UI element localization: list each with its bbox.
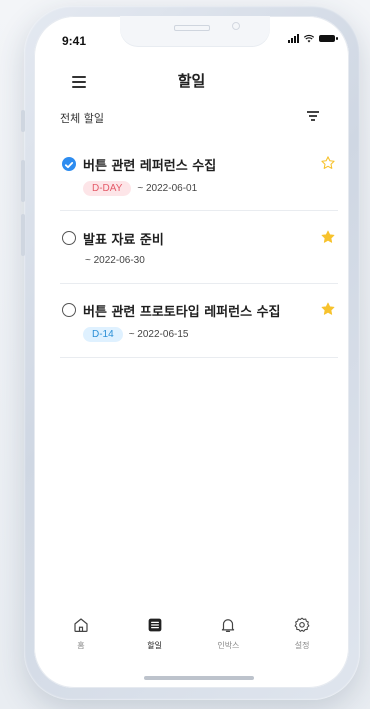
divider [60, 357, 338, 358]
task-title: 버튼 관련 프로토타입 레퍼런스 수집 [83, 305, 281, 320]
list-icon [148, 618, 161, 632]
task-item[interactable]: 버튼 관련 레퍼런스 수집 D-DAY ~ 2022-06-01 [60, 155, 338, 205]
battery-icon [319, 35, 338, 42]
checked-circle-icon[interactable] [62, 157, 76, 171]
unchecked-circle-icon[interactable] [62, 303, 76, 317]
tab-settings[interactable]: 설정 [276, 616, 328, 656]
home-icon [74, 618, 88, 632]
dday-badge: D-DAY [83, 181, 132, 196]
task-meta: D-14 ~ 2022-06-15 [83, 327, 188, 342]
gear-icon [294, 617, 310, 632]
section-label: 전체 할일 [60, 112, 104, 125]
tab-todo[interactable]: 할일 [129, 616, 181, 656]
task-meta: D-DAY ~ 2022-06-01 [83, 181, 197, 196]
phone-screen: 9:41 할일 전체 할일 버튼 관련 레퍼런스 수집 D-DAY ~ 2022… [34, 16, 349, 688]
page-title: 할일 [177, 72, 206, 90]
star-outline-icon[interactable] [320, 155, 336, 171]
due-date: ~ 2022-06-15 [128, 329, 189, 340]
tab-label: 할일 [147, 641, 162, 650]
tab-label: 설정 [294, 641, 310, 650]
task-title: 발표 자료 준비 [83, 233, 164, 248]
unchecked-circle-icon[interactable] [62, 231, 76, 245]
signal-icon [288, 34, 299, 43]
tab-bar: 홈 할일 인박스 설정 [34, 616, 349, 656]
notch [120, 16, 270, 46]
divider [60, 283, 338, 284]
tab-label: 인박스 [217, 641, 240, 650]
due-date: ~ 2022-06-30 [85, 255, 145, 266]
front-camera [232, 22, 240, 30]
task-item[interactable]: 발표 자료 준비 ~ 2022-06-30 [60, 229, 338, 279]
tab-inbox[interactable]: 인박스 [202, 616, 254, 656]
d14-badge: D-14 [83, 327, 123, 342]
star-filled-icon[interactable] [320, 229, 336, 245]
due-date: ~ 2022-06-01 [137, 183, 198, 194]
speaker [174, 25, 210, 31]
app-header: 할일 [34, 66, 349, 102]
wifi-icon [304, 34, 314, 43]
tab-home[interactable]: 홈 [55, 616, 107, 656]
home-indicator [144, 676, 254, 680]
status-icons [288, 34, 338, 43]
divider [60, 210, 338, 211]
filter-icon[interactable] [307, 111, 319, 121]
mute-switch [21, 110, 25, 132]
tab-label: 홈 [77, 641, 85, 650]
task-item[interactable]: 버튼 관련 프로토타입 레퍼런스 수집 D-14 ~ 2022-06-15 [60, 301, 338, 351]
volume-down-button [21, 214, 25, 256]
bell-icon [222, 619, 235, 632]
volume-up-button [21, 160, 25, 202]
task-title: 버튼 관련 레퍼런스 수집 [83, 159, 217, 174]
status-time: 9:41 [62, 34, 87, 48]
star-filled-icon[interactable] [320, 301, 336, 317]
task-meta: ~ 2022-06-30 [85, 255, 145, 266]
